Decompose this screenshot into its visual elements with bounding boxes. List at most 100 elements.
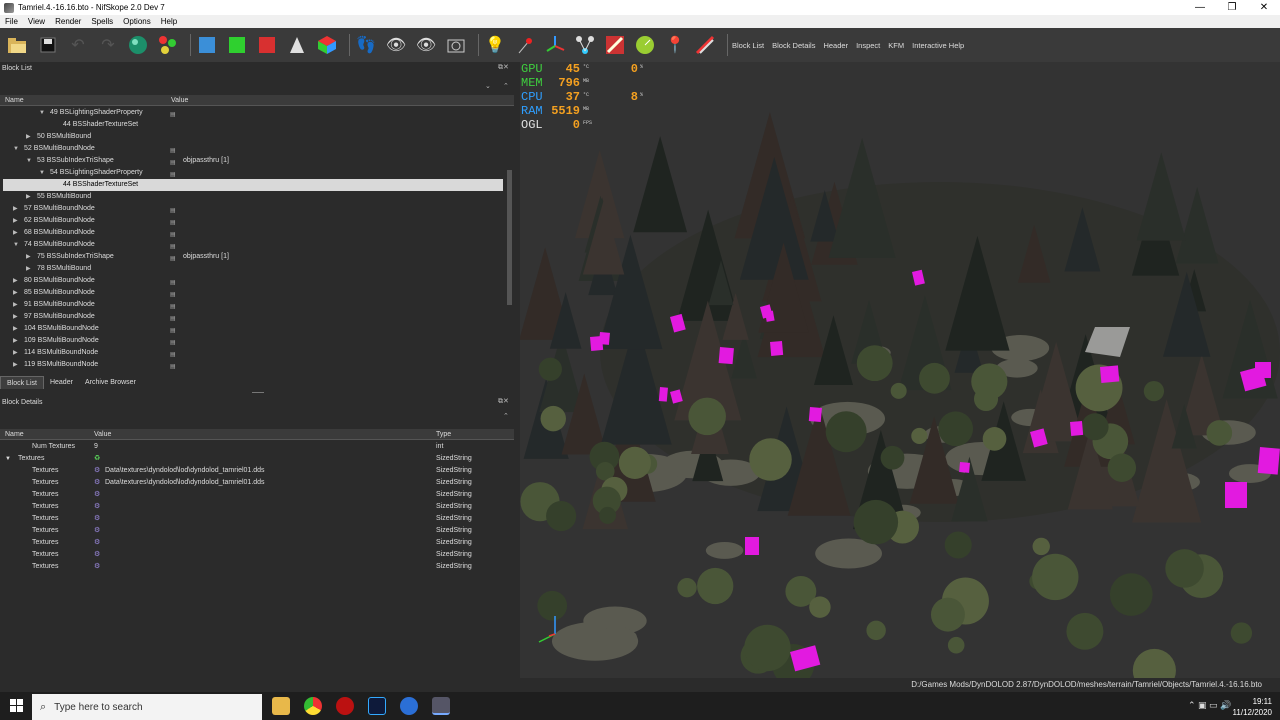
block-list-row[interactable]: ▶ 78 BSMultiBound <box>3 263 503 275</box>
red-cube-icon[interactable] <box>255 33 279 57</box>
redo-icon[interactable]: ↷ <box>96 33 120 57</box>
menu-options[interactable]: Options <box>118 17 156 26</box>
footprints-icon[interactable]: 👣 <box>354 33 378 57</box>
detail-row[interactable]: Textures ⚙ SizedString <box>4 549 514 561</box>
expand-arrow-icon[interactable]: ▶ <box>13 311 18 323</box>
nifskope-taskbar-icon[interactable] <box>432 697 450 715</box>
texture-icon[interactable] <box>603 33 627 57</box>
block-details-float-close[interactable]: ⧉✕ <box>498 397 509 406</box>
block-list-row[interactable]: ▶ 75 BSSubIndexTriShape ▤ objpassthru [1] <box>3 251 503 263</box>
block-list-row[interactable]: ▶ 80 BSMultiBoundNode ▤ <box>3 275 503 287</box>
menu-view[interactable]: View <box>23 17 50 26</box>
green-cube-icon[interactable] <box>225 33 249 57</box>
detail-value[interactable]: Data\textures\dyndolod\lod\dyndolod_tamr… <box>105 465 265 477</box>
collapse-arrow-icon[interactable]: ▼ <box>5 453 11 465</box>
expand-arrow-icon[interactable]: ▶ <box>13 323 18 335</box>
minimize-button[interactable]: — <box>1184 0 1216 15</box>
col-value[interactable]: Value <box>171 97 188 104</box>
expand-icon[interactable]: ⌃ <box>503 82 509 90</box>
tab-archive-browser[interactable]: Archive Browser <box>79 376 142 389</box>
expand-arrow-icon[interactable]: ▶ <box>26 263 31 275</box>
close-button[interactable]: ✕ <box>1248 0 1280 15</box>
location-icon[interactable]: 📍 <box>663 33 687 57</box>
col-type[interactable]: Type <box>436 431 451 438</box>
menu-file[interactable]: File <box>0 17 23 26</box>
expand-icon[interactable]: ⌃ <box>503 412 509 420</box>
photoshop-icon[interactable] <box>368 697 386 715</box>
render-viewport[interactable]: GPU 45 °C 0% MEM 796 MB CPU 37 °C 8% RAM 5519 MB OGL 0 F… <box>520 62 1280 678</box>
collapse-arrow-icon[interactable]: ▼ <box>39 167 45 179</box>
block-list-row[interactable]: ▼ 49 BSLightingShaderProperty ▤ <box>3 107 503 119</box>
undo-icon[interactable]: ↶ <box>66 33 90 57</box>
splitter-handle[interactable] <box>252 392 264 393</box>
menu-spells[interactable]: Spells <box>86 17 118 26</box>
collapse-icon[interactable]: ⌄ <box>485 82 491 90</box>
file-explorer-icon[interactable] <box>272 697 290 715</box>
axes-icon[interactable] <box>543 33 567 57</box>
tab-header[interactable]: Header <box>44 376 79 389</box>
block-list-row[interactable]: ▼ 54 BSLightingShaderProperty ▤ <box>3 167 503 179</box>
menu-help[interactable]: Help <box>156 17 182 26</box>
expand-arrow-icon[interactable]: ▶ <box>13 359 18 371</box>
open-folder-icon[interactable] <box>6 33 30 57</box>
expand-arrow-icon[interactable]: ▶ <box>13 335 18 347</box>
detail-value[interactable]: Data\textures\dyndolod\lod\dyndolod_tamr… <box>105 477 265 489</box>
toolbar-inspect[interactable]: Inspect <box>856 41 880 50</box>
toolbar-kfm[interactable]: KFM <box>888 41 904 50</box>
eye-icon[interactable]: 👁 <box>384 33 408 57</box>
block-list-row[interactable]: ▶ 97 BSMultiBoundNode ▤ <box>3 311 503 323</box>
detail-row[interactable]: Textures ⚙ SizedString <box>4 513 514 525</box>
compass-icon[interactable] <box>633 33 657 57</box>
tab-block-list[interactable]: Block List <box>0 376 44 389</box>
expand-arrow-icon[interactable]: ▶ <box>13 227 18 239</box>
detail-row[interactable]: Textures ⚙ SizedString <box>4 489 514 501</box>
menu-render[interactable]: Render <box>50 17 86 26</box>
lightbulb-icon[interactable]: 💡 <box>483 33 507 57</box>
block-list-scroll-thumb[interactable] <box>507 170 512 305</box>
detail-value[interactable]: 9 <box>94 441 98 453</box>
detail-row[interactable]: Textures ⚙ SizedString <box>4 537 514 549</box>
white-cube-icon[interactable] <box>285 33 309 57</box>
expand-arrow-icon[interactable]: ▶ <box>13 203 18 215</box>
gaming-app-icon[interactable] <box>336 697 354 715</box>
block-list-row[interactable]: ▶ 91 BSMultiBoundNode ▤ <box>3 299 503 311</box>
expand-arrow-icon[interactable]: ▶ <box>26 251 31 263</box>
block-list-row[interactable]: ▶ 114 BSMultiBoundNode ▤ <box>3 347 503 359</box>
collapse-arrow-icon[interactable]: ▼ <box>26 155 32 167</box>
toolbar-block-list[interactable]: Block List <box>732 41 764 50</box>
detail-row[interactable]: Textures ⚙ SizedString <box>4 501 514 513</box>
detail-row[interactable]: Textures ⚙ Data\textures\dyndolod\lod\dynd… <box>4 465 514 477</box>
camera-icon[interactable] <box>444 33 468 57</box>
detail-row[interactable]: Textures ⚙ Data\textures\dyndolod\lod\dynd… <box>4 477 514 489</box>
block-list-row[interactable]: 44 BSShaderTextureSet <box>3 179 503 191</box>
app-icon[interactable] <box>400 697 418 715</box>
expand-arrow-icon[interactable]: ▶ <box>13 347 18 359</box>
block-list-row[interactable]: ▶ 109 BSMultiBoundNode ▤ <box>3 335 503 347</box>
detail-row[interactable]: Textures ⚙ SizedString <box>4 561 514 573</box>
expand-arrow-icon[interactable]: ▶ <box>26 131 31 143</box>
collapse-arrow-icon[interactable]: ▼ <box>39 107 45 119</box>
expand-arrow-icon[interactable]: ▶ <box>13 275 18 287</box>
toolbar-block-details[interactable]: Block Details <box>772 41 815 50</box>
block-list-row[interactable]: ▼ 52 BSMultiBoundNode ▤ <box>3 143 503 155</box>
detail-row[interactable]: Num Textures 9 int <box>4 441 514 453</box>
block-list-row[interactable]: ▶ 104 BSMultiBoundNode ▤ <box>3 323 503 335</box>
restore-button[interactable]: ❐ <box>1216 0 1248 15</box>
blue-cube-icon[interactable] <box>195 33 219 57</box>
pin-tool-icon[interactable] <box>513 33 537 57</box>
block-list-row[interactable]: ▶ 55 BSMultiBound <box>3 191 503 203</box>
col-value[interactable]: Value <box>94 431 111 438</box>
block-list-row[interactable]: ▶ 62 BSMultiBoundNode ▤ <box>3 215 503 227</box>
collapse-arrow-icon[interactable]: ▼ <box>13 143 19 155</box>
block-list-row[interactable]: ▼ 53 BSSubIndexTriShape ▤ objpassthru [1] <box>3 155 503 167</box>
detail-row[interactable]: ▼ Textures ♻ SizedString <box>4 453 514 465</box>
block-list-row[interactable]: 44 BSShaderTextureSet <box>3 119 503 131</box>
block-list-row[interactable]: ▶ 68 BSMultiBoundNode ▤ <box>3 227 503 239</box>
block-list-row[interactable]: ▶ 57 BSMultiBoundNode ▤ <box>3 203 503 215</box>
expand-arrow-icon[interactable]: ▶ <box>13 215 18 227</box>
expand-arrow-icon[interactable]: ▶ <box>13 287 18 299</box>
collapse-arrow-icon[interactable]: ▼ <box>13 239 19 251</box>
taskbar-search[interactable]: ⌕ Type here to search <box>32 694 262 720</box>
clock[interactable]: 19:11 11/12/2020 <box>1233 696 1272 718</box>
rgb-cube-icon[interactable] <box>315 33 339 57</box>
